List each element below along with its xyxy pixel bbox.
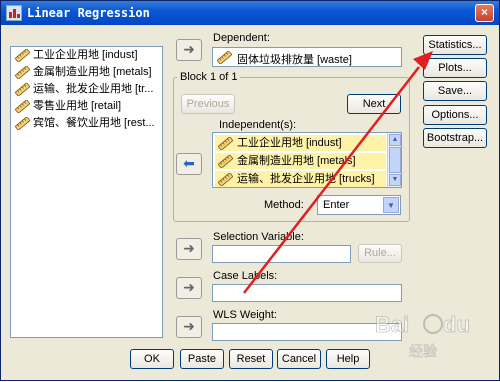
window-title: Linear Regression bbox=[27, 6, 150, 20]
list-item[interactable]: 工业企业用地 [indust] bbox=[11, 47, 162, 64]
variable-label: 宾馆、餐饮业用地 [rest... bbox=[33, 117, 155, 129]
variable-label: 工业企业用地 [indust] bbox=[33, 49, 138, 61]
independent-label-item: 工业企业用地 [indust] bbox=[237, 137, 342, 149]
chevron-down-icon[interactable]: ▼ bbox=[383, 197, 399, 213]
method-value: Enter bbox=[323, 199, 350, 211]
move-independent-button[interactable]: ⬅ bbox=[176, 153, 202, 175]
wls-label: WLS Weight: bbox=[213, 309, 277, 321]
svg-text:du: du bbox=[443, 312, 470, 337]
variable-label: 运输、批发企业用地 [tr... bbox=[33, 83, 154, 95]
independent-scrollbar[interactable]: ▲ ▼ bbox=[387, 133, 401, 187]
ruler-icon bbox=[217, 51, 232, 64]
independent-label: Independent(s): bbox=[219, 119, 297, 131]
ok-button[interactable]: OK bbox=[130, 349, 174, 369]
reset-button[interactable]: Reset bbox=[229, 349, 273, 369]
arrow-left-icon: ⬅ bbox=[183, 155, 195, 171]
list-item[interactable]: 运输、批发企业用地 [trucks] bbox=[215, 171, 386, 187]
list-item[interactable]: 运输、批发企业用地 [tr... bbox=[11, 81, 162, 98]
wls-field[interactable] bbox=[212, 323, 402, 341]
independent-label-item: 金属制造业用地 [metals] bbox=[237, 155, 356, 167]
ruler-icon bbox=[218, 155, 233, 168]
arrow-right-icon: ➜ bbox=[183, 279, 195, 295]
scroll-thumb[interactable] bbox=[389, 147, 401, 173]
options-button[interactable]: Options... bbox=[423, 105, 487, 125]
list-item[interactable]: 金属制造业用地 [metals] bbox=[11, 64, 162, 81]
bootstrap-button[interactable]: Bootstrap... bbox=[423, 128, 487, 148]
linear-regression-dialog: Linear Regression × 工业企业用地 [indust] 金属制造… bbox=[0, 0, 500, 381]
paste-button[interactable]: Paste bbox=[180, 349, 224, 369]
arrow-right-icon: ➜ bbox=[183, 318, 195, 334]
ruler-icon bbox=[15, 49, 30, 62]
plots-button[interactable]: Plots... bbox=[423, 58, 487, 78]
app-icon bbox=[6, 5, 22, 21]
move-case-labels-button[interactable]: ➜ bbox=[176, 277, 202, 299]
selection-label: Selection Variable: bbox=[213, 231, 304, 243]
next-button[interactable]: Next bbox=[347, 94, 401, 114]
rule-button[interactable]: Rule... bbox=[358, 244, 402, 263]
help-button[interactable]: Help bbox=[326, 349, 370, 369]
case-labels-field[interactable] bbox=[212, 284, 402, 302]
block-title: Block 1 of 1 bbox=[177, 71, 241, 83]
ruler-icon bbox=[15, 117, 30, 130]
arrow-right-icon: ➜ bbox=[183, 240, 195, 256]
case-labels-label: Case Labels: bbox=[213, 270, 278, 282]
statistics-button[interactable]: Statistics... bbox=[423, 35, 487, 55]
list-item[interactable]: 宾馆、餐饮业用地 [rest... bbox=[11, 115, 162, 132]
move-selection-button[interactable]: ➜ bbox=[176, 238, 202, 260]
ruler-icon bbox=[15, 66, 30, 79]
move-wls-button[interactable]: ➜ bbox=[176, 316, 202, 338]
independent-label-item: 运输、批发企业用地 [trucks] bbox=[237, 173, 375, 185]
selection-field[interactable] bbox=[212, 245, 351, 263]
ruler-icon bbox=[218, 173, 233, 186]
variable-label: 零售业用地 [retail] bbox=[33, 100, 122, 112]
dependent-value: 固体垃圾排放量 [waste] bbox=[237, 54, 352, 66]
move-dependent-button[interactable]: ➜ bbox=[176, 39, 202, 61]
variable-list[interactable]: 工业企业用地 [indust] 金属制造业用地 [metals] 运输、批发企业… bbox=[10, 46, 163, 338]
dependent-label: Dependent: bbox=[213, 32, 270, 44]
svg-text:经验: 经验 bbox=[409, 344, 437, 360]
scroll-down-icon[interactable]: ▼ bbox=[389, 174, 401, 186]
list-item[interactable]: 金属制造业用地 [metals] bbox=[215, 153, 386, 169]
save-button[interactable]: Save... bbox=[423, 81, 487, 101]
cancel-button[interactable]: Cancel bbox=[277, 349, 321, 369]
previous-button[interactable]: Previous bbox=[181, 94, 235, 114]
dependent-field[interactable]: 固体垃圾排放量 [waste] bbox=[212, 47, 402, 67]
variable-label: 金属制造业用地 [metals] bbox=[33, 66, 152, 78]
independent-list[interactable]: 工业企业用地 [indust] 金属制造业用地 [metals] 运输、批发企业… bbox=[212, 132, 402, 188]
arrow-right-icon: ➜ bbox=[183, 41, 195, 57]
title-bar: Linear Regression × bbox=[1, 1, 499, 25]
list-item[interactable]: 工业企业用地 [indust] bbox=[215, 135, 386, 151]
list-item[interactable]: 零售业用地 [retail] bbox=[11, 98, 162, 115]
scroll-up-icon[interactable]: ▲ bbox=[389, 134, 401, 146]
method-label: Method: bbox=[264, 199, 304, 211]
method-select[interactable]: Enter ▼ bbox=[317, 195, 401, 215]
ruler-icon bbox=[15, 100, 30, 113]
close-button[interactable]: × bbox=[475, 4, 494, 22]
ruler-icon bbox=[218, 137, 233, 150]
ruler-icon bbox=[15, 83, 30, 96]
